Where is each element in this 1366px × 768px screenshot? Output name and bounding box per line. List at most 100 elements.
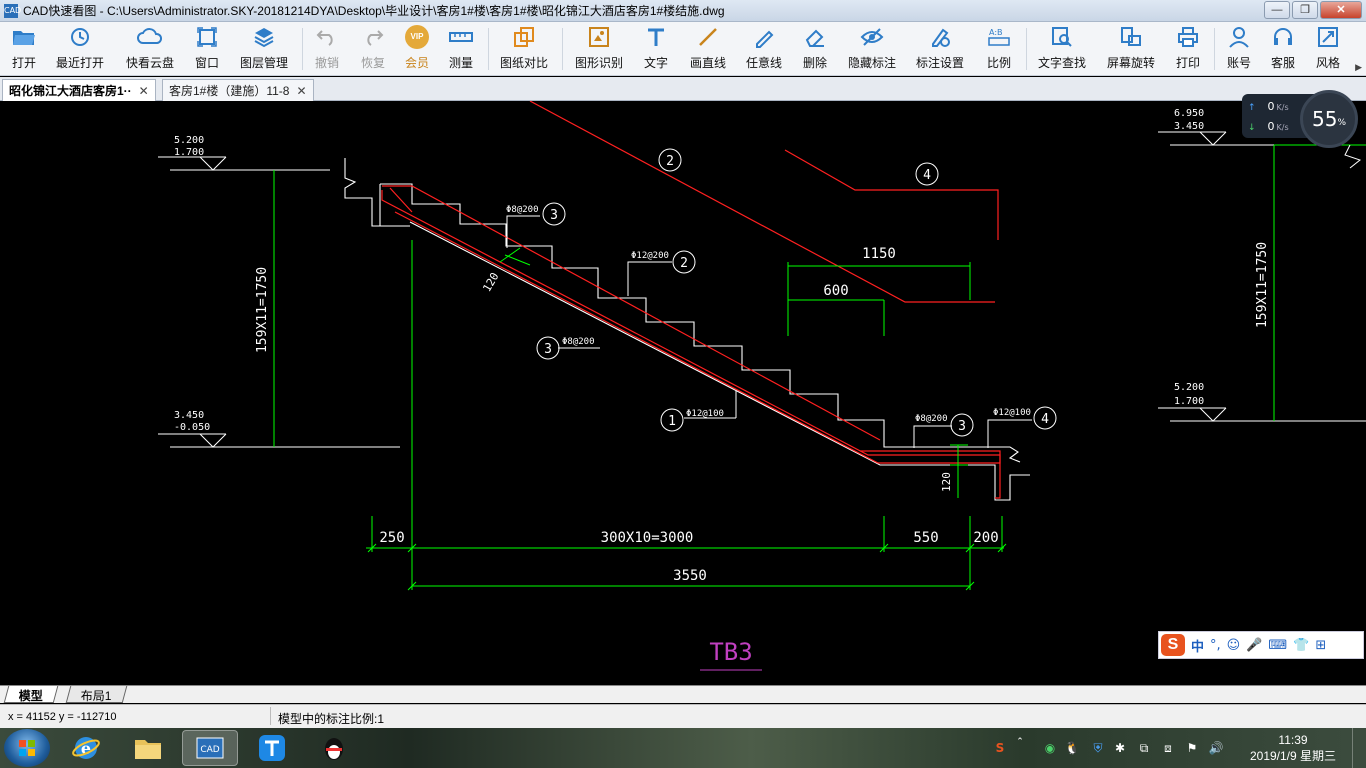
device-icon[interactable]: ⧉ — [1136, 740, 1152, 756]
layer-manager-button[interactable]: 图层管理 — [236, 24, 292, 74]
system-tray: S ⌃ ◉ 🐧 ⛨ ✱ ⧉ ⧈ ⚑ 🔊 — [990, 728, 1230, 768]
freehand-button[interactable]: 任意线 — [742, 24, 786, 74]
folder-icon — [135, 740, 161, 759]
start-button[interactable] — [4, 729, 50, 767]
main-toolbar: 打开 最近打开 快看云盘 窗口 图层管理 撤销 恢复 VIP 会员 测量 图纸对… — [0, 22, 1366, 76]
windows-logo-icon — [19, 740, 35, 756]
svg-text:CAD: CAD — [200, 745, 219, 755]
action-center-flag-icon[interactable]: ⚑ — [1184, 740, 1200, 756]
taskbar-ie[interactable]: e — [58, 730, 114, 766]
toolbox-icon[interactable]: ⊞ — [1315, 638, 1326, 653]
taskbar-app-t[interactable] — [244, 730, 300, 766]
rebar-label-3a: Φ8@200 3 — [506, 202, 566, 226]
tab-structural-drawing[interactable]: 昭化锦江大酒店客房1·· ✕ — [2, 79, 156, 101]
rebar-label-3c: Φ8@200 3 — [915, 413, 974, 437]
wechat-icon[interactable]: ◉ — [1042, 740, 1058, 756]
emoji-icon[interactable]: ☺ — [1227, 638, 1241, 653]
shape-recognize-button[interactable]: 图形识别 — [570, 24, 628, 74]
print-button[interactable]: 打印 — [1170, 24, 1206, 74]
level-label: 1.700 — [174, 147, 204, 158]
tab-model[interactable]: 模型 — [3, 686, 59, 703]
ime-punct-toggle[interactable]: °, — [1210, 638, 1221, 653]
svg-text:Φ12@100: Φ12@100 — [686, 409, 724, 419]
svg-text:A:B: A:B — [989, 28, 1003, 37]
tab-architectural-drawing[interactable]: 客房1#楼（建施）11-8 ✕ — [162, 79, 314, 101]
style-button[interactable]: 风格 — [1310, 24, 1346, 74]
svg-text:Φ8@200: Φ8@200 — [506, 205, 539, 215]
rebar-label-4: Φ12@100 4 — [993, 406, 1057, 430]
sogou-tray-icon[interactable]: S — [992, 740, 1008, 756]
toolbar-expand-icon[interactable]: ▶ — [1355, 62, 1362, 73]
status-separator — [270, 707, 271, 725]
dim-1150-label: 1150 — [862, 246, 896, 262]
thickness-left-label: 120 — [480, 270, 501, 294]
level-label: 3.450 — [1174, 121, 1204, 132]
reinforcement-bars — [381, 185, 1001, 499]
eye-hide-icon — [859, 24, 885, 50]
security-shield-icon[interactable]: ⛨ — [1090, 740, 1106, 756]
customer-service-button[interactable]: 客服 — [1266, 24, 1300, 74]
close-tab-icon[interactable]: ✕ — [139, 84, 149, 98]
recent-open-button[interactable]: 最近打开 — [52, 24, 108, 74]
volume-icon[interactable]: 🔊 — [1208, 740, 1224, 756]
ime-lang-toggle[interactable]: 中 — [1191, 636, 1204, 655]
qq-tray-icon[interactable]: 🐧 — [1064, 740, 1080, 756]
line-icon — [695, 24, 721, 50]
text-search-icon — [1049, 24, 1075, 50]
rotate-screen-button[interactable]: 屏幕旋转 — [1102, 24, 1160, 74]
tab-layout1[interactable]: 布局1 — [65, 686, 127, 703]
microphone-icon[interactable]: 🎤 — [1246, 638, 1262, 653]
measure-button[interactable]: 测量 — [444, 24, 478, 74]
qq-penguin-icon — [325, 738, 343, 760]
drawing-canvas[interactable]: 2 4 1150 600 5.200 1.700 3.450 -0.050 15… — [0, 101, 1366, 685]
recent-icon — [67, 24, 93, 50]
taskbar-cad-viewer[interactable]: CAD — [182, 730, 238, 766]
text-search-button[interactable]: 文字查找 — [1034, 24, 1090, 74]
layout-tabs: 模型 布局1 — [0, 685, 1366, 703]
show-desktop-button[interactable] — [1352, 728, 1366, 768]
compare-button[interactable]: 图纸对比 — [496, 24, 552, 74]
vip-button[interactable]: VIP 会员 — [400, 24, 434, 74]
level-label: 6.950 — [1174, 108, 1204, 119]
network-speed-widget[interactable]: ↑ 0 K/s ↓ 0 K/s 55% — [1242, 90, 1360, 148]
taskbar-explorer[interactable] — [120, 730, 176, 766]
open-button[interactable]: 打开 — [6, 24, 42, 74]
show-hidden-icons-icon[interactable]: ⌃ — [1012, 734, 1028, 750]
right-height-dimension — [1273, 144, 1366, 421]
freehand-icon — [751, 24, 777, 50]
usb-icon[interactable]: ⧈ — [1160, 740, 1176, 756]
toolbar-separator — [488, 28, 489, 70]
annotation-settings-button[interactable]: 标注设置 — [912, 24, 968, 74]
svg-text:3: 3 — [544, 342, 552, 357]
undo-button[interactable]: 撤销 — [310, 24, 344, 74]
ime-toolbar[interactable]: S 中 °, ☺ 🎤 ⌨ 👕 ⊞ — [1158, 631, 1364, 659]
text-button[interactable]: 文字 — [638, 24, 674, 74]
scale-button[interactable]: A:B 比例 — [982, 24, 1016, 74]
windows-taskbar: e CAD S ⌃ ◉ 🐧 ⛨ ✱ ⧉ ⧈ ⚑ 🔊 11:39 2019/1/9… — [0, 728, 1366, 768]
close-tab-icon[interactable]: ✕ — [296, 84, 306, 98]
toolbar-separator — [1214, 28, 1215, 70]
skin-icon[interactable]: 👕 — [1293, 638, 1309, 653]
cloud-button[interactable]: 快看云盘 — [120, 24, 180, 74]
hide-annotation-button[interactable]: 隐藏标注 — [844, 24, 900, 74]
dim-200-label: 200 — [973, 530, 998, 546]
redo-button[interactable]: 恢复 — [356, 24, 390, 74]
close-button[interactable]: ✕ — [1320, 1, 1362, 19]
draw-line-button[interactable]: 画直线 — [686, 24, 730, 74]
keyboard-icon[interactable]: ⌨ — [1268, 638, 1287, 653]
taskbar-qq[interactable] — [306, 730, 362, 766]
minimize-button[interactable]: — — [1264, 1, 1290, 19]
bluetooth-icon[interactable]: ✱ — [1112, 740, 1128, 756]
window-button[interactable]: 窗口 — [190, 24, 224, 74]
taskbar-clock[interactable]: 11:39 2019/1/9 星期三 — [1238, 732, 1348, 764]
document-tabs: 昭化锦江大酒店客房1·· ✕ 客房1#楼（建施）11-8 ✕ — [0, 77, 1366, 101]
compare-icon — [511, 24, 537, 50]
window-icon — [194, 24, 220, 50]
toolbar-separator — [1026, 28, 1027, 70]
account-button[interactable]: 账号 — [1222, 24, 1256, 74]
restore-button[interactable]: ❐ — [1292, 1, 1318, 19]
thickness-dimensions — [499, 247, 968, 498]
dim-250-label: 250 — [379, 530, 404, 546]
delete-button[interactable]: 删除 — [798, 24, 832, 74]
download-arrow-icon: ↓ — [1248, 123, 1256, 133]
